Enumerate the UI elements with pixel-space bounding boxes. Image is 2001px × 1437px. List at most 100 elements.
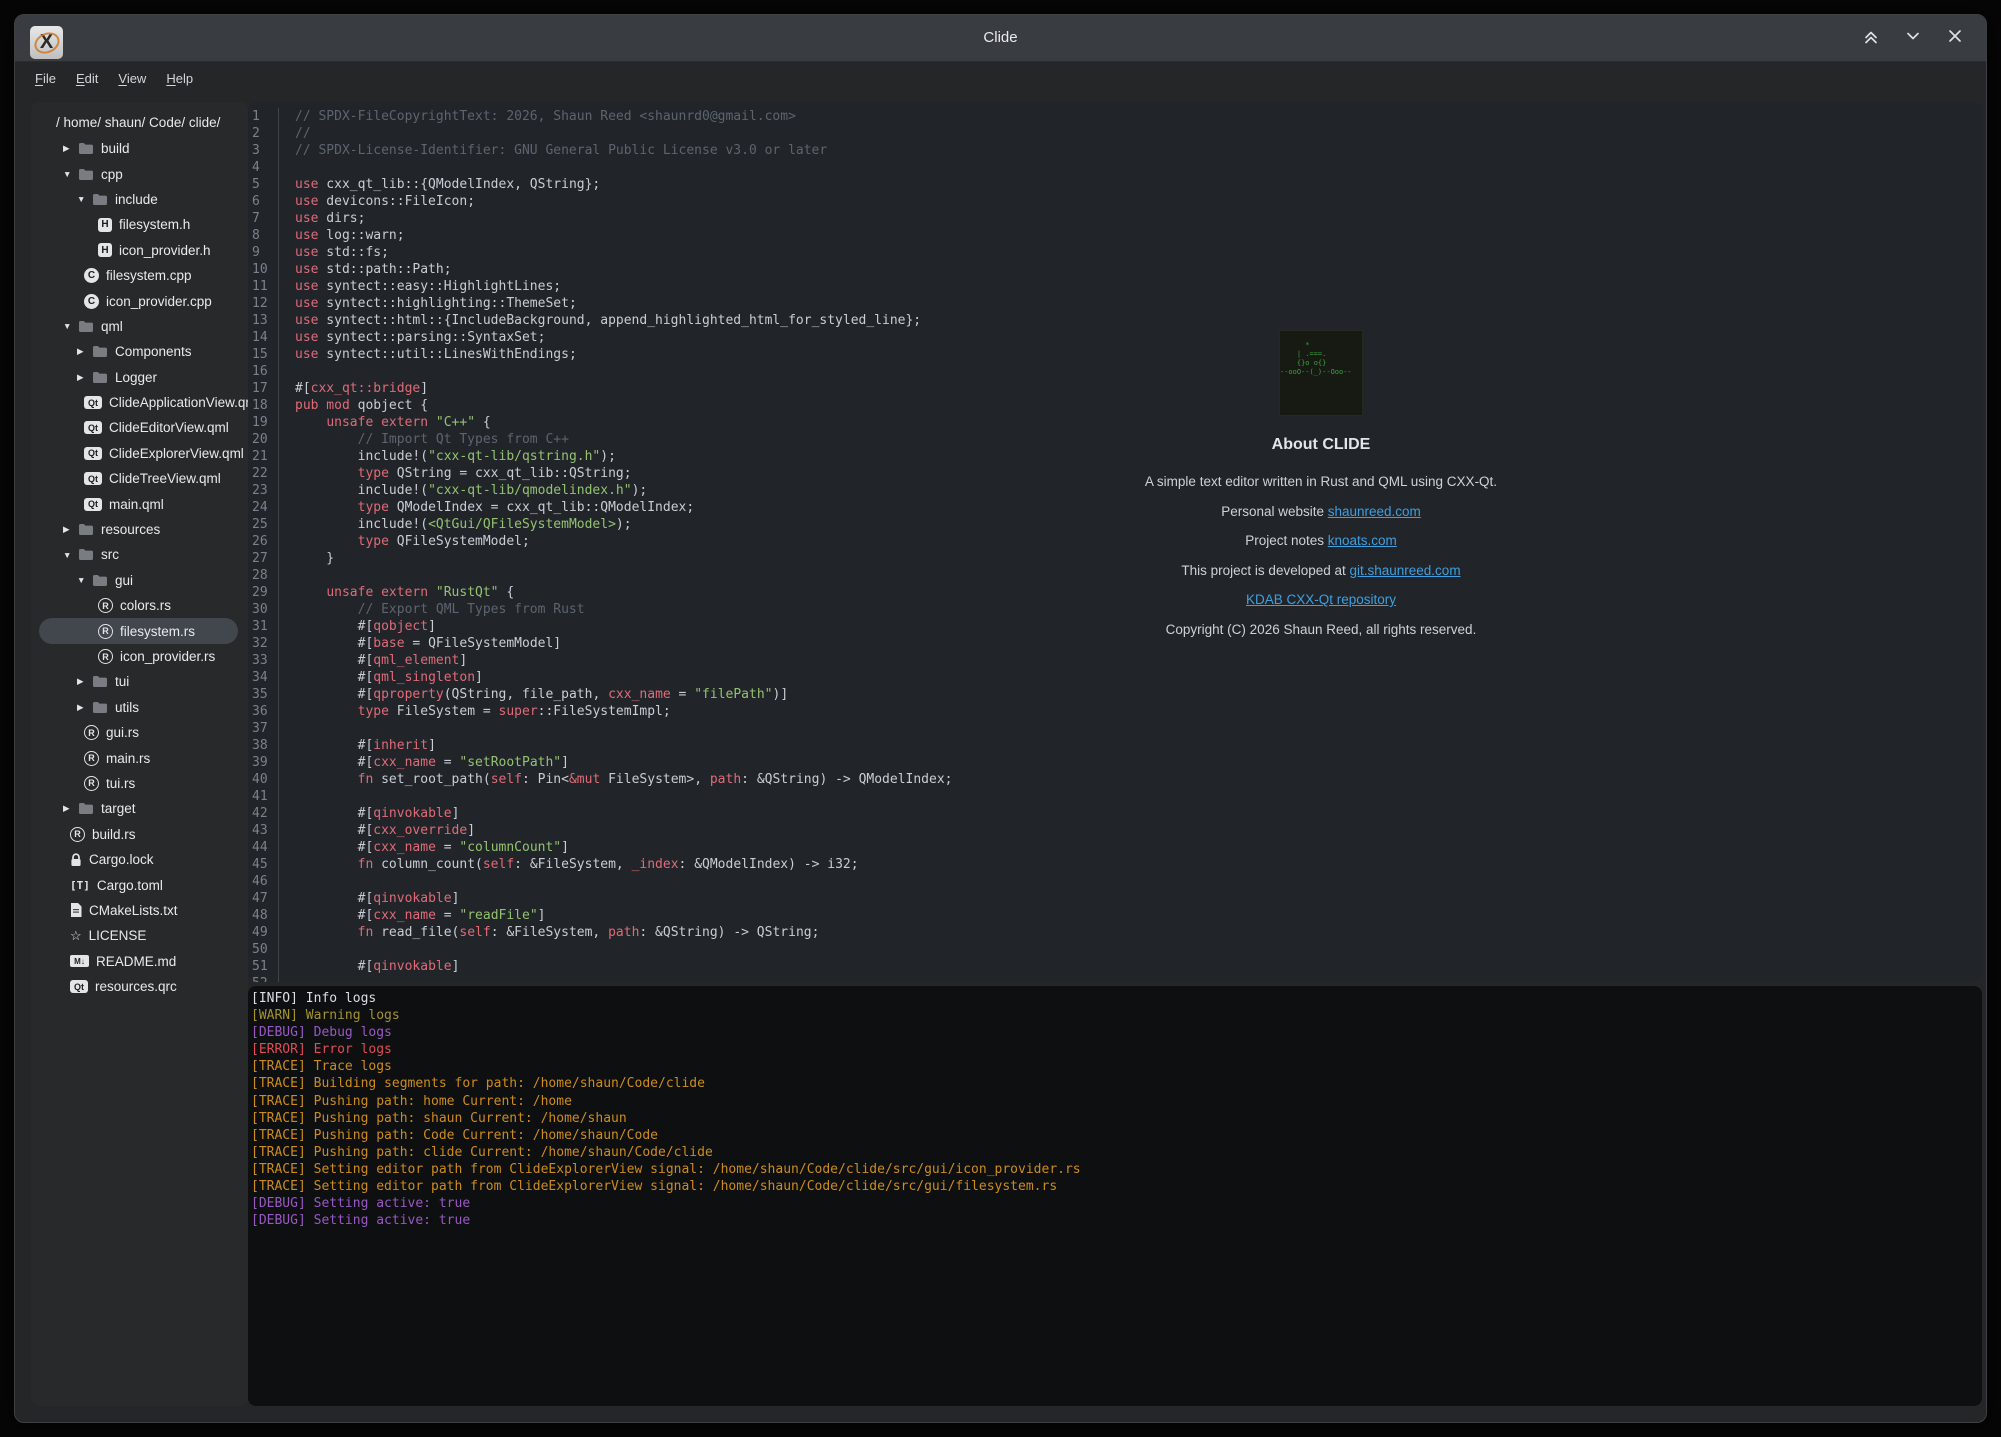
tree-file-clideapplicationview-qml[interactable]: QtClideApplicationView.qml [39,390,238,415]
code-line-28: 28 [248,567,953,584]
title-bar[interactable]: X Clide [15,15,1986,62]
tree-folder-components[interactable]: ▶Components [39,339,238,364]
tree-item-label: main.rs [106,751,150,766]
c-header-file-icon: H [98,218,112,232]
tree-folder-build[interactable]: ▶build [39,136,238,161]
tree-file-clideeditorview-qml[interactable]: QtClideEditorView.qml [39,415,238,440]
tree-file-icon-provider-rs[interactable]: Ricon_provider.rs [39,644,238,669]
log-console[interactable]: [INFO] Info logs[WARN] Warning logs[DEBU… [248,986,1982,1406]
minimize-button[interactable] [1900,25,1926,51]
tree-file-resources-qrc[interactable]: Qtresources.qrc [39,974,238,999]
about-row-text: This project is developed at [1181,563,1349,578]
double-chevron-up-icon [1862,27,1880,50]
tree-file-filesystem-cpp[interactable]: Cfilesystem.cpp [39,263,238,288]
folder-icon [78,802,94,815]
tree-file-build-rs[interactable]: Rbuild.rs [39,822,238,847]
toml-file-icon: [T] [70,879,90,892]
tree-file-filesystem-rs[interactable]: Rfilesystem.rs [39,618,238,643]
tree-file-readme-md[interactable]: M↓README.md [39,949,238,974]
tree-file-icon-provider-h[interactable]: Hicon_provider.h [39,238,238,263]
code-line-22: 22 type QString = cxx_qt_lib::QString; [248,465,953,482]
chevron-collapsed-icon[interactable]: ▶ [63,143,78,154]
tree-file-filesystem-h[interactable]: Hfilesystem.h [39,212,238,237]
code-line-43: 43 #[cxx_override] [248,822,953,839]
code-line-33: 33 #[qml_element] [248,652,953,669]
tree-file-clideexplorerview-qml[interactable]: QtClideExplorerView.qml [39,441,238,466]
tree-file-clidetreeview-qml[interactable]: QtClideTreeView.qml [39,466,238,491]
menu-view[interactable]: View [108,67,156,90]
menu-edit[interactable]: Edit [66,67,108,90]
menu-help[interactable]: Help [156,67,203,90]
chevron-collapsed-icon[interactable]: ▶ [63,803,78,814]
tree-file-main-rs[interactable]: Rmain.rs [39,745,238,770]
code-line-5: 5use cxx_qt_lib::{QModelIndex, QString}; [248,176,953,193]
chevron-collapsed-icon[interactable]: ▶ [63,524,78,535]
line-number: 22 [248,465,278,482]
tree-file-icon-provider-cpp[interactable]: Cicon_provider.cpp [39,288,238,313]
about-link[interactable]: git.shaunreed.com [1350,563,1461,578]
chevron-collapsed-icon[interactable]: ▶ [77,676,92,687]
tree-item-label: build.rs [92,827,136,842]
line-number: 2 [248,125,278,142]
code-text: use std::fs; [278,244,389,261]
code-text [278,159,299,176]
tree-folder-cpp[interactable]: ▼cpp [39,161,238,186]
tree-file-cargo-lock[interactable]: Cargo.lock [39,847,238,872]
about-link[interactable]: knoats.com [1328,533,1397,548]
qt-file-icon: Qt [84,396,102,409]
about-link[interactable]: KDAB CXX-Qt repository [1246,592,1396,607]
tree-folder-resources[interactable]: ▶resources [39,517,238,542]
code-line-10: 10use std::path::Path; [248,261,953,278]
chevron-collapsed-icon[interactable]: ▶ [77,702,92,713]
line-number: 29 [248,584,278,601]
maximize-button[interactable] [1858,25,1884,51]
chevron-expanded-icon[interactable]: ▼ [77,194,92,204]
code-line-49: 49 fn read_file(self: &FileSystem, path:… [248,924,953,941]
chevron-collapsed-icon[interactable]: ▶ [77,372,92,383]
tree-folder-utils[interactable]: ▶utils [39,695,238,720]
tree-item-label: gui.rs [106,725,139,740]
line-number: 11 [248,278,278,295]
chevron-expanded-icon[interactable]: ▼ [63,321,78,331]
clide-window: X Clide FileEditViewHelp / home/ shaun/ … [14,14,1987,1423]
tree-folder-include[interactable]: ▼include [39,187,238,212]
tree-file-tui-rs[interactable]: Rtui.rs [39,771,238,796]
line-number: 31 [248,618,278,635]
code-editor[interactable]: 1// SPDX-FileCopyrightText: 2026, Shaun … [248,102,1982,982]
tree-file-cargo-toml[interactable]: [T]Cargo.toml [39,872,238,897]
about-link[interactable]: shaunreed.com [1328,504,1421,519]
code-line-31: 31 #[qobject] [248,618,953,635]
tree-file-license[interactable]: ☆LICENSE [39,923,238,948]
file-explorer[interactable]: / home/ shaun/ Code/ clide/ ▶build▼cpp▼i… [31,102,248,1406]
line-number: 51 [248,958,278,975]
line-number: 37 [248,720,278,737]
code-text: #[inherit] [278,737,436,754]
chevron-expanded-icon[interactable]: ▼ [63,169,78,179]
tree-folder-target[interactable]: ▶ target [39,796,238,821]
close-button[interactable] [1942,25,1968,51]
chevron-expanded-icon[interactable]: ▼ [77,575,92,585]
tree-file-gui-rs[interactable]: Rgui.rs [39,720,238,745]
tree-folder-qml[interactable]: ▼qml [39,314,238,339]
code-line-50: 50 [248,941,953,958]
tree-file-main-qml[interactable]: Qtmain.qml [39,491,238,516]
log-line-trace: [TRACE] Pushing path: Code Current: /hom… [251,1127,1982,1144]
line-number: 20 [248,431,278,448]
code-line-41: 41 [248,788,953,805]
line-number: 33 [248,652,278,669]
chevron-expanded-icon[interactable]: ▼ [63,550,78,560]
tree-folder-tui[interactable]: ▶tui [39,669,238,694]
code-text: unsafe extern "RustQt" { [278,584,514,601]
tree-item-label: icon_provider.cpp [106,294,212,309]
folder-icon [78,168,94,181]
tree-folder-src[interactable]: ▼src [39,542,238,567]
chevron-collapsed-icon[interactable]: ▶ [77,346,92,357]
tree-folder-logger[interactable]: ▶Logger [39,365,238,390]
menu-file[interactable]: File [25,67,66,90]
line-number: 1 [248,108,278,125]
tree-folder-gui[interactable]: ▼gui [39,568,238,593]
tree-file-colors-rs[interactable]: Rcolors.rs [39,593,238,618]
code-text: unsafe extern "C++" { [278,414,491,431]
tree-file-cmakelists-txt[interactable]: CMakeLists.txt [39,898,238,923]
tree-item-label: target [101,801,136,816]
